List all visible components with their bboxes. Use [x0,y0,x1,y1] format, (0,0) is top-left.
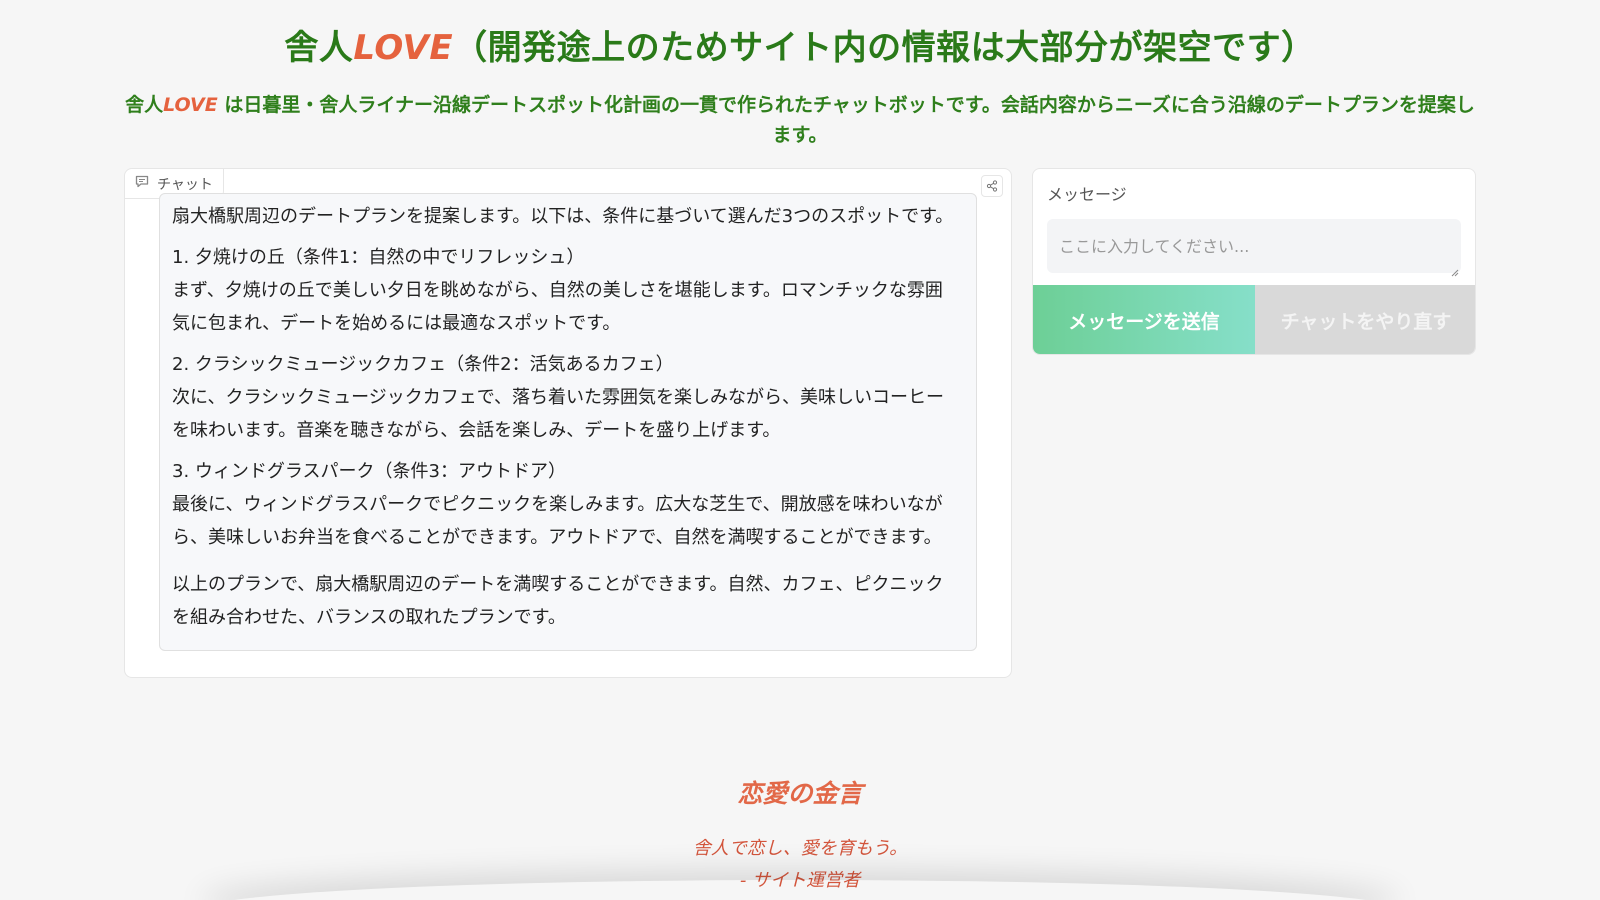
message-item-2-title: 2. クラシックミュージックカフェ（条件2：活気あるカフェ） [172,354,674,375]
quote-title: 恋愛の金言 [737,779,863,808]
message-label: メッセージ [1047,185,1127,204]
message-item-3-title: 3. ウィンドグラスパーク（条件3：アウトドア） [172,461,566,482]
chat-panel: チャット 扇大橋駅周辺のデートプランを提案します。以下は、条件に基づいて選んだ3… [124,168,1012,678]
bot-message: 扇大橋駅周辺のデートプランを提案します。以下は、条件に基づいて選んだ3つのスポッ… [159,193,977,651]
input-panel: メッセージ メッセージを送信 チャットをやり直す [1032,168,1476,355]
subtitle-prefix: 舎人 [125,94,164,116]
chat-label-text: チャット [157,176,213,193]
title-suffix: （開発途上のためサイト内の情報は大部分が架空です） [453,28,1316,68]
reset-chat-button[interactable]: チャットをやり直す [1255,285,1475,354]
message-item-1: 1. 夕焼けの丘（条件1：自然の中でリフレッシュ） まず、夕焼けの丘で美しい夕日を… [172,241,960,340]
subtitle-suffix: は日暮里・舎人ライナー沿線デートスポット化計画の一貫で作られたチャットボットです… [217,94,1475,146]
subtitle-brand: LOVE [163,94,218,116]
resize-grip-icon[interactable] [1451,262,1459,277]
message-conclusion: 以上のプランで、扇大橋駅周辺のデートを満喫することができます。自然、カフェ、ピク… [172,574,944,628]
message-item-3-body: 最後に、ウィンドグラスパークでピクニックを楽しみます。広大な芝生で、開放感を味わ… [172,494,943,548]
quote-text: 舎人で恋し、愛を育もう。 [692,838,908,859]
button-row: メッセージを送信 チャットをやり直す [1033,285,1475,354]
title-prefix: 舎人 [284,28,354,68]
chat-bubble-icon [135,175,149,192]
page: 舎人LOVE（開発途上のためサイト内の情報は大部分が架空です） 舎人LOVE は… [0,0,1600,900]
message-item-3: 3. ウィンドグラスパーク（条件3：アウトドア） 最後に、ウィンドグラスパークでピ… [172,455,960,554]
share-icon[interactable] [981,175,1003,197]
page-title: 舎人LOVE（開発途上のためサイト内の情報は大部分が架空です） [0,20,1600,69]
message-item-2-body: 次に、クラシックミュージックカフェで、落ち着いた雰囲気を楽しみながら、美味しいコ… [172,387,945,441]
message-item-1-title: 1. 夕焼けの丘（条件1：自然の中でリフレッシュ） [172,247,585,268]
title-brand: LOVE [353,28,454,68]
message-item-1-body: まず、夕焼けの丘で美しい夕日を眺めながら、自然の美しさを堪能します。ロマンチック… [172,280,943,334]
message-item-2: 2. クラシックミュージックカフェ（条件2：活気あるカフェ） 次に、クラシックミュ… [172,348,960,447]
send-message-button[interactable]: メッセージを送信 [1033,285,1255,354]
message-input[interactable] [1047,219,1461,273]
message-intro: 扇大橋駅周辺のデートプランを提案します。以下は、条件に基づいて選んだ3つのスポッ… [172,206,954,227]
page-subtitle: 舎人LOVE は日暮里・舎人ライナー沿線デートスポット化計画の一貫で作られたチャ… [120,90,1480,150]
